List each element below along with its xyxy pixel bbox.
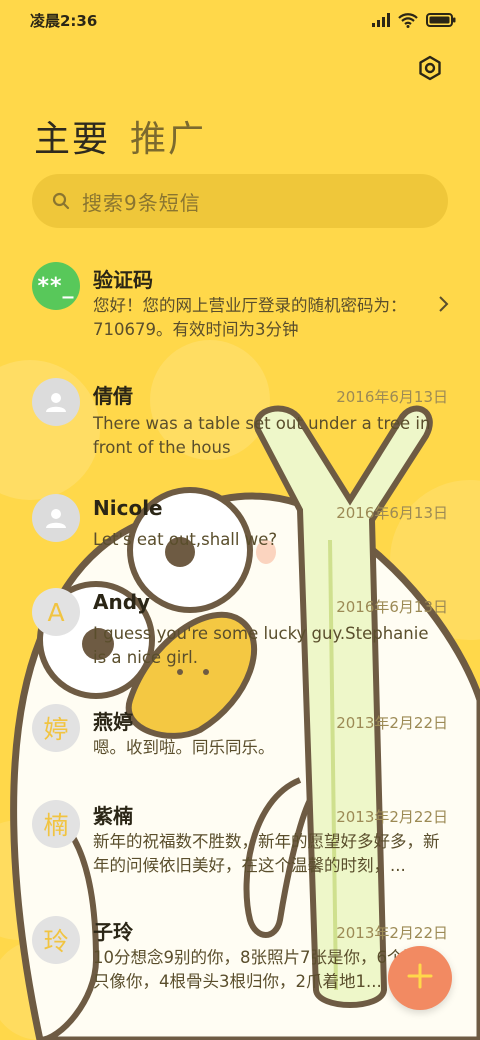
avatar: [32, 494, 80, 542]
avatar: **_: [32, 262, 80, 310]
list-item[interactable]: 倩倩 2016年6月13日 There was a table set out …: [0, 366, 480, 466]
contact-name: 燕婷: [93, 710, 133, 734]
message-date: 2013年2月22日: [336, 924, 448, 942]
avatar: 楠: [32, 800, 80, 848]
person-icon: [46, 509, 66, 528]
plus-icon: [407, 963, 433, 993]
contact-name: Nicole: [93, 496, 163, 520]
status-icons: [372, 12, 456, 28]
tab-promotions[interactable]: 推广: [130, 110, 206, 162]
person-icon: [46, 393, 66, 412]
message-date: 2013年2月22日: [336, 808, 448, 826]
status-bar: 凌晨2:36: [0, 0, 480, 40]
chevron-right-icon: [436, 294, 450, 314]
new-message-button[interactable]: [388, 946, 452, 1010]
search-input[interactable]: 搜索9条短信: [82, 187, 201, 216]
contact-name: 倩倩: [93, 384, 133, 408]
message-preview: 您好！您的网上营业厅登录的随机密码为：710679。有效时间为3分钟: [93, 296, 407, 339]
search-icon: [52, 192, 70, 210]
list-item[interactable]: A Andy 2016年6月13日 I guess you're some lu…: [0, 580, 480, 680]
message-date: 2016年6月13日: [336, 598, 448, 616]
list-item[interactable]: 婷 燕婷 2013年2月22日 嗯。收到啦。同乐同乐。: [0, 698, 480, 778]
message-preview: There was a table set out under a tree i…: [93, 414, 431, 457]
signal-icon: [372, 13, 390, 27]
contact-name: 子玲: [93, 920, 133, 944]
battery-icon: [426, 13, 456, 27]
avatar: 玲: [32, 916, 80, 964]
message-preview: 嗯。收到啦。同乐同乐。: [93, 738, 275, 757]
list-item[interactable]: 楠 紫楠 2013年2月22日 新年的祝福数不胜数，新年的愿望好多好多，新年的问…: [0, 798, 480, 908]
status-time: 凌晨2:36: [30, 11, 98, 30]
tab-primary[interactable]: 主要: [34, 110, 110, 162]
avatar: [32, 378, 80, 426]
avatar: A: [32, 588, 80, 636]
wifi-icon: [398, 12, 418, 28]
list-item[interactable]: Nicole 2016年6月13日 Let's eat out,shall we…: [0, 482, 480, 572]
message-preview: I guess you're some lucky guy.Stephanie …: [93, 624, 429, 667]
tab-bar: 主要 推广: [34, 110, 206, 162]
message-date: 2016年6月13日: [336, 388, 448, 406]
list-item[interactable]: **_ 验证码 您好！您的网上营业厅登录的随机密码为：710679。有效时间为3…: [0, 250, 480, 350]
search-bar[interactable]: 搜索9条短信: [32, 174, 448, 228]
message-preview: Let's eat out,shall we?: [93, 530, 278, 549]
contact-name: 验证码: [93, 268, 153, 292]
message-date: 2013年2月22日: [336, 714, 448, 732]
settings-icon: [417, 55, 443, 85]
contact-name: Andy: [93, 590, 151, 614]
settings-button[interactable]: [414, 54, 446, 86]
message-preview: 新年的祝福数不胜数，新年的愿望好多好多，新年的问候依旧美好，在这个温馨的时刻，.…: [93, 832, 440, 875]
avatar: 婷: [32, 704, 80, 752]
message-date: 2016年6月13日: [336, 504, 448, 522]
contact-name: 紫楠: [93, 804, 133, 828]
